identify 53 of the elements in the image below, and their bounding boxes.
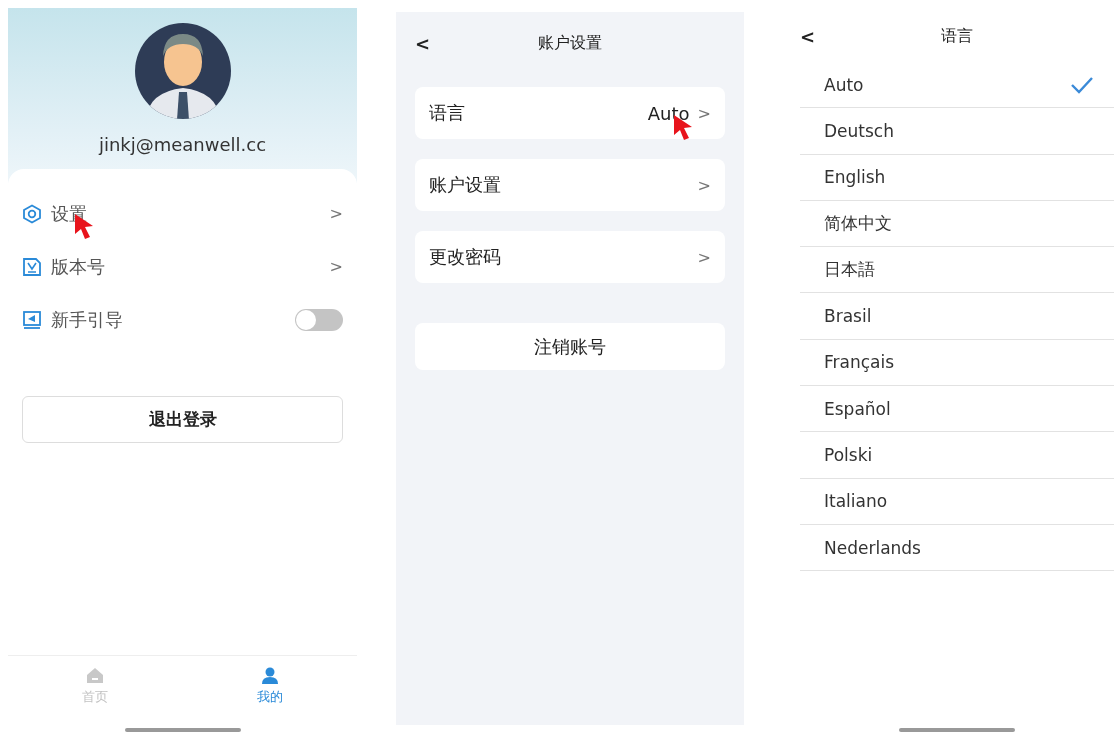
language-label: Español	[824, 398, 892, 419]
row-label: 账户设置	[429, 173, 502, 197]
screen-title: 语言	[941, 25, 973, 47]
language-label: Auto	[824, 74, 865, 95]
language-option[interactable]: Français	[800, 339, 1114, 387]
row-label: 语言	[429, 101, 466, 125]
language-label: Nederlands	[824, 537, 922, 558]
toggle-switch[interactable]	[295, 308, 343, 331]
document-icon	[22, 256, 42, 277]
screen-title: 账户设置	[538, 32, 602, 54]
settings-icon	[22, 203, 42, 224]
language-label: 简体中文	[824, 212, 893, 236]
language-label: Brasil	[824, 306, 873, 327]
language-option[interactable]: Italiano	[800, 478, 1114, 525]
email-text: jinkj@meanwell.cc	[98, 134, 267, 155]
delete-account-button[interactable]: 注销账号	[415, 323, 725, 370]
language-option[interactable]: Brasil	[800, 293, 1114, 340]
avatar-icon	[133, 22, 232, 120]
chevron-icon: >	[329, 257, 343, 276]
menu-label: 新手引导	[51, 307, 124, 332]
language-option[interactable]: Deutsch	[800, 108, 1114, 155]
logout-button[interactable]: 退出登录	[22, 396, 343, 443]
tab[interactable]: 我的	[182, 656, 357, 716]
book-icon	[22, 309, 42, 330]
menu-item[interactable]: 设置 >	[22, 187, 343, 240]
menu-label: 设置	[51, 201, 330, 226]
menu-label: 版本号	[51, 254, 106, 279]
back-button[interactable]: <	[415, 32, 431, 54]
language-option[interactable]: Nederlands	[800, 524, 1114, 572]
chevron-icon: >	[697, 247, 711, 267]
language-option[interactable]: 日本語	[800, 247, 1114, 294]
language-label: Français	[824, 352, 896, 373]
settings-row[interactable]: 账户设置 >	[415, 159, 725, 211]
chevron-icon: >	[697, 175, 711, 195]
language-option[interactable]: Español	[800, 386, 1114, 433]
person-icon	[260, 666, 279, 684]
language-option[interactable]: Polski	[800, 432, 1114, 479]
language-option[interactable]: Auto	[800, 62, 1114, 109]
back-button[interactable]: <	[800, 25, 816, 47]
language-label: English	[824, 167, 887, 188]
language-label: Deutsch	[824, 120, 895, 141]
language-label: Italiano	[824, 491, 889, 512]
chevron-icon: >	[329, 204, 343, 223]
row-label: 更改密码	[429, 245, 502, 269]
home-icon	[86, 666, 105, 684]
menu-item[interactable]: 版本号 >	[22, 240, 343, 293]
language-option[interactable]: English	[800, 154, 1114, 201]
language-label: Polski	[824, 445, 874, 465]
menu-item[interactable]: 新手引导	[22, 293, 343, 346]
language-option[interactable]: 简体中文	[800, 200, 1114, 248]
settings-row[interactable]: 更改密码 >	[415, 231, 725, 283]
language-label: 日本語	[824, 258, 876, 282]
chevron-icon: >	[697, 103, 711, 123]
